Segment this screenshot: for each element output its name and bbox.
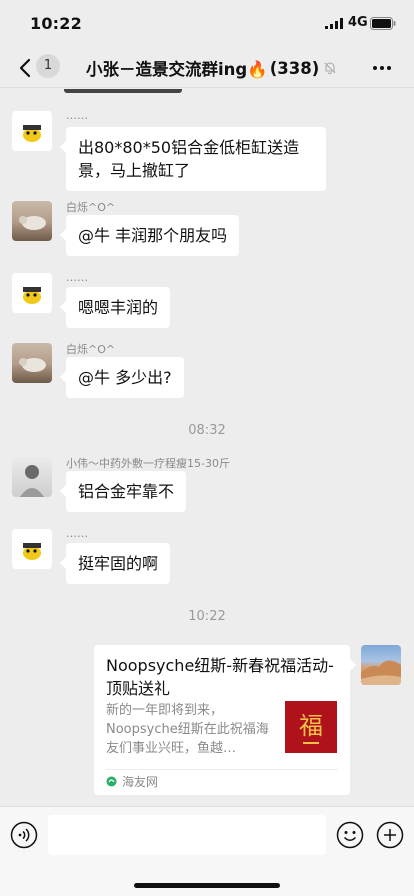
sender-nickname: 白烁^O^ bbox=[66, 343, 116, 356]
card-source: 海友网 bbox=[106, 773, 158, 790]
plus-icon[interactable] bbox=[376, 821, 404, 849]
card-title: Noopsyche纽斯-新春祝福活动-顶贴送礼 bbox=[106, 656, 334, 698]
yellow-cartoon-avatar[interactable] bbox=[12, 529, 52, 569]
back-arrow-icon[interactable] bbox=[16, 56, 36, 80]
source-logo-icon bbox=[106, 776, 117, 787]
status-time: 10:22 bbox=[30, 14, 82, 33]
member-count: (338) bbox=[269, 58, 320, 78]
yellow-cartoon-avatar[interactable] bbox=[12, 111, 52, 151]
input-bar bbox=[0, 806, 414, 896]
sender-nickname: 白烁^O^ bbox=[66, 201, 116, 214]
home-indicator bbox=[134, 883, 280, 888]
yellow-cartoon-avatar[interactable] bbox=[12, 273, 52, 313]
group-name: 小张－造景交流群ing🔥 bbox=[86, 60, 268, 79]
shared-link-card[interactable]: Noopsyche纽斯-新春祝福活动-顶贴送礼 新的一年即将到来，Noopsyc… bbox=[94, 645, 356, 795]
card-divider bbox=[106, 769, 338, 770]
cartoon-icon bbox=[23, 543, 41, 560]
dog-image bbox=[19, 216, 46, 230]
previous-message-image bbox=[64, 89, 182, 93]
sender-nickname: …… bbox=[66, 109, 88, 122]
cartoon-icon bbox=[23, 287, 41, 304]
sender-nickname: …… bbox=[66, 271, 88, 284]
mute-bell-icon bbox=[324, 62, 336, 75]
message-bubble[interactable]: 铝合金牢靠不 bbox=[59, 471, 187, 512]
message-input[interactable] bbox=[48, 815, 326, 855]
message-timestamp: 10:22 bbox=[188, 609, 226, 624]
card-thumbnail: 福 bbox=[285, 701, 337, 753]
chat-header: 1 小张－造景交流群ing🔥 (338) bbox=[0, 48, 414, 88]
unread-badge[interactable]: 1 bbox=[36, 54, 60, 78]
person-image bbox=[20, 465, 44, 497]
network-type: 4G bbox=[348, 15, 368, 30]
dog-image bbox=[19, 358, 46, 372]
message-bubble[interactable]: @牛 丰润那个朋友吗 bbox=[59, 215, 240, 256]
fu-character-image: 福 bbox=[285, 701, 337, 753]
emoji-icon[interactable] bbox=[336, 821, 364, 849]
message-bubble[interactable]: 嗯嗯丰润的 bbox=[59, 287, 171, 328]
landscape-image bbox=[361, 660, 401, 685]
signal-icon bbox=[325, 18, 343, 29]
man-photo-avatar[interactable] bbox=[12, 457, 52, 497]
dog-photo-avatar[interactable] bbox=[12, 201, 52, 241]
card-description: 新的一年即将到来，Noopsyche纽斯在此祝福海友们事业兴旺，鱼越… bbox=[106, 703, 269, 756]
more-options-icon[interactable] bbox=[370, 58, 394, 78]
status-bar: 10:22 4G bbox=[0, 0, 414, 48]
fu-character: 福 bbox=[299, 712, 323, 740]
message-timestamp: 08:32 bbox=[188, 423, 226, 438]
source-name: 海友网 bbox=[122, 775, 159, 789]
cartoon-icon bbox=[23, 125, 41, 142]
rock-landscape-avatar[interactable] bbox=[361, 645, 401, 685]
message-bubble[interactable]: @牛 多少出? bbox=[60, 357, 184, 398]
message-bubble[interactable]: 挺牢固的啊 bbox=[59, 543, 171, 584]
message-bubble[interactable]: 出80*80*50铝合金低柜缸送造景，马上撤缸了 bbox=[60, 127, 326, 191]
battery-icon bbox=[370, 17, 396, 30]
chat-title[interactable]: 小张－造景交流群ing🔥 (338) bbox=[86, 54, 356, 82]
dog-photo-avatar[interactable] bbox=[12, 343, 52, 383]
sender-nickname: …… bbox=[66, 527, 88, 540]
voice-input-icon[interactable] bbox=[10, 821, 38, 849]
message-list[interactable]: …… 出80*80*50铝合金低柜缸送造景，马上撤缸了 白烁^O^ @牛 丰润那… bbox=[0, 89, 414, 806]
sender-nickname: 小伟～中药外敷一疗程瘦15-30斤 bbox=[66, 457, 230, 470]
